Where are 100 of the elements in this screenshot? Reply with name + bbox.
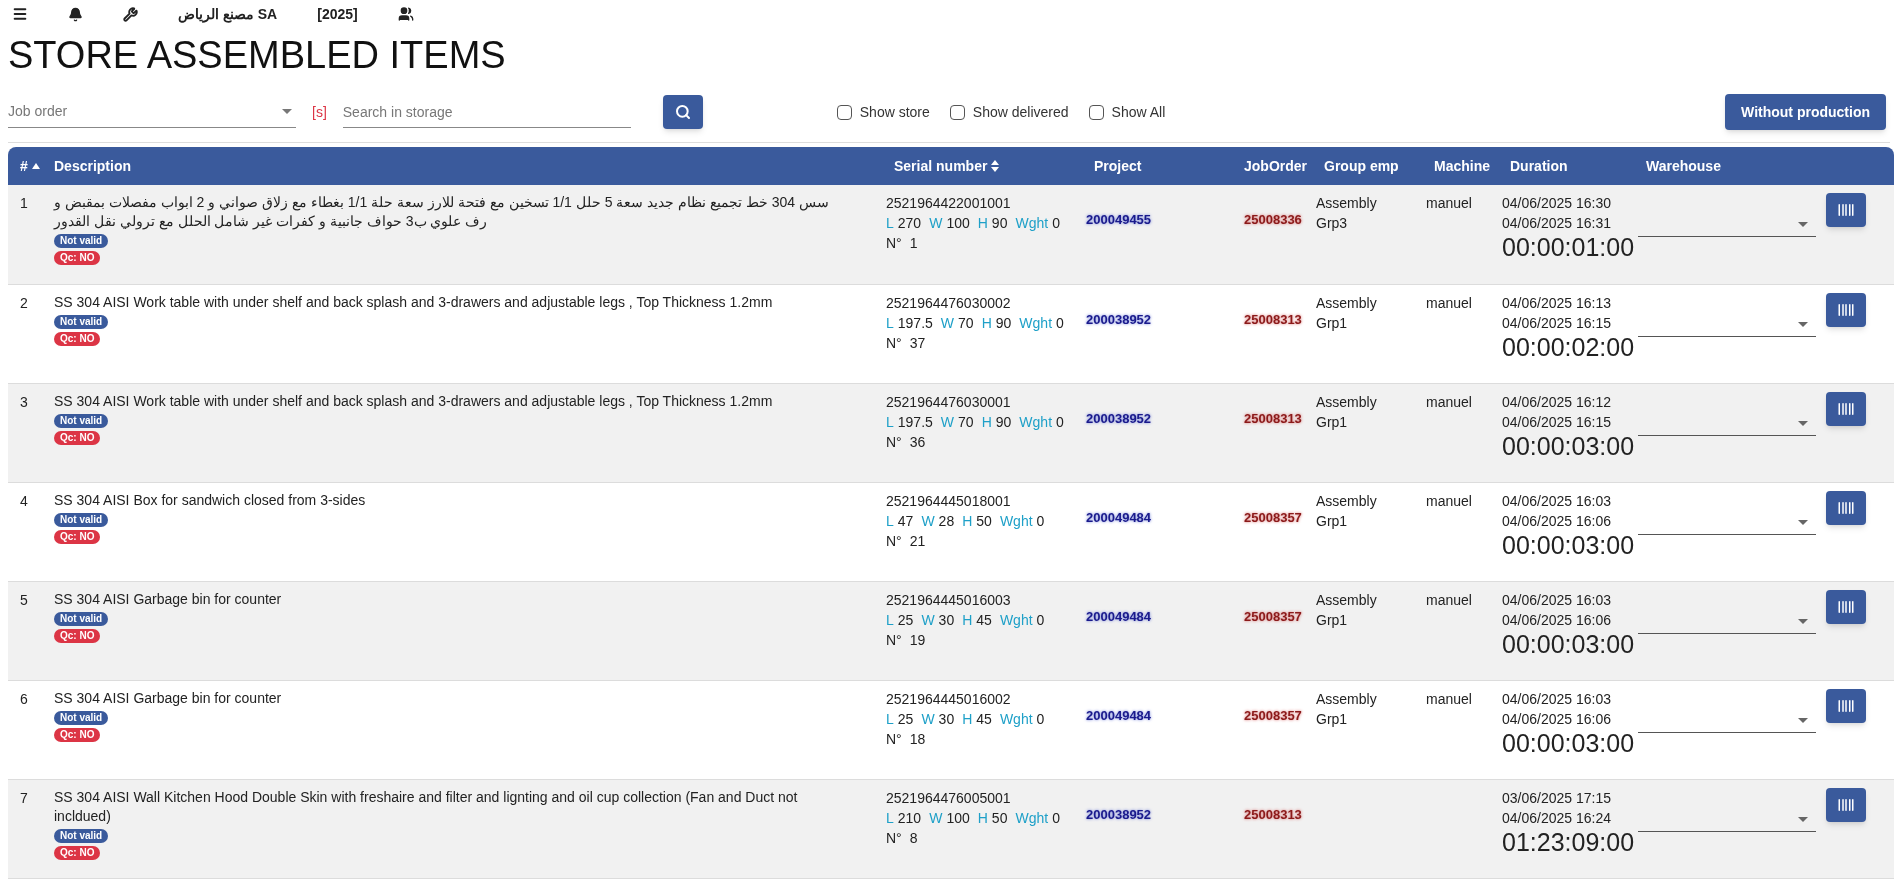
dimension-label: W bbox=[921, 610, 935, 630]
project-link[interactable]: 200049484 bbox=[1086, 509, 1152, 525]
barcode-button[interactable] bbox=[1826, 391, 1866, 426]
end-time: 04/06/2025 16:06 bbox=[1502, 511, 1612, 531]
dimension-label: W bbox=[929, 808, 943, 828]
group-employee: Assembly Grp1 bbox=[1316, 591, 1377, 628]
job-order-link[interactable]: 25008357 bbox=[1244, 509, 1302, 525]
column-header[interactable]: Description bbox=[54, 155, 131, 177]
serial-number: 2521964445016003 bbox=[886, 590, 1012, 610]
duration-value: 00:00:01:00 bbox=[1502, 233, 1636, 261]
year-label[interactable]: [2025] bbox=[317, 3, 358, 25]
column-header[interactable]: Project bbox=[1094, 155, 1142, 177]
status-badge: Qc: NO bbox=[54, 529, 101, 544]
row-number: 1 bbox=[20, 195, 28, 211]
status-badge: Qc: NO bbox=[54, 727, 101, 742]
duration-value: 00:00:02:00 bbox=[1502, 332, 1636, 361]
serial-number: 2521964476005001 bbox=[886, 788, 1012, 808]
piece-number-label: N° bbox=[886, 333, 902, 353]
project-link[interactable]: 200049484 bbox=[1086, 707, 1152, 723]
dropdown-caret-icon bbox=[282, 109, 292, 114]
project-link[interactable]: 200049455 bbox=[1086, 212, 1152, 227]
dimension-value: 90 bbox=[995, 313, 1012, 333]
dimension-label: L bbox=[886, 511, 894, 531]
piece-number: 18 bbox=[909, 729, 926, 749]
sort-ascending-icon[interactable] bbox=[31, 163, 40, 169]
users-icon[interactable] bbox=[397, 6, 414, 22]
status-badge: Qc: NO bbox=[54, 251, 101, 265]
dimension-value: 50 bbox=[976, 511, 992, 531]
job-order-link[interactable]: 25008336 bbox=[1244, 212, 1302, 227]
tools-icon[interactable] bbox=[123, 6, 138, 22]
item-description: SS 304 AISI Garbage bin for counter bbox=[54, 589, 282, 609]
column-header[interactable]: Duration bbox=[1510, 155, 1568, 177]
start-time: 04/06/2025 16:03 bbox=[1502, 491, 1612, 511]
dimension-label: W bbox=[921, 709, 935, 729]
dropdown-caret-icon bbox=[1798, 618, 1808, 624]
status-badge: Not valid bbox=[54, 828, 109, 843]
without-production-button[interactable]: Without production bbox=[1725, 94, 1886, 130]
dimension-label: L bbox=[886, 214, 894, 233]
duration-value: 00:00:03:00 bbox=[1502, 728, 1636, 757]
barcode-button[interactable] bbox=[1826, 589, 1866, 624]
barcode-button[interactable] bbox=[1826, 688, 1866, 723]
job-order-link[interactable]: 25008357 bbox=[1244, 707, 1302, 723]
menu-icon[interactable] bbox=[12, 6, 28, 22]
status-badge: Qc: NO bbox=[54, 430, 101, 445]
status-badge: Qc: NO bbox=[54, 845, 101, 860]
dimension-value: 70 bbox=[958, 412, 974, 432]
dimension-value: 197.5 bbox=[897, 313, 933, 333]
filter-checkbox[interactable]: Show store bbox=[836, 101, 930, 123]
item-description: SS 304 AISI Work table with under shelf and back splash and 3-drawers and adjustable legs , Top Thickness 1.2mm bbox=[54, 391, 773, 411]
company-name[interactable]: مصنع الرياض SA bbox=[178, 3, 278, 25]
dimension-label: L bbox=[886, 808, 894, 828]
dimension-value: 47 bbox=[897, 511, 914, 531]
start-time: 04/06/2025 16:30 bbox=[1502, 194, 1612, 213]
job-order-link[interactable]: 25008313 bbox=[1244, 311, 1302, 327]
column-header[interactable]: # bbox=[20, 155, 40, 177]
search-button[interactable] bbox=[662, 95, 703, 129]
column-header[interactable]: JobOrder bbox=[1244, 155, 1307, 177]
end-time: 04/06/2025 16:15 bbox=[1502, 412, 1612, 432]
piece-number-label: N° bbox=[886, 828, 902, 848]
project-link[interactable]: 200038952 bbox=[1086, 806, 1152, 822]
barcode-button[interactable] bbox=[1826, 193, 1866, 227]
column-header[interactable]: Warehouse bbox=[1646, 155, 1721, 177]
column-header[interactable]: Serial number bbox=[894, 155, 1000, 177]
bell-icon[interactable] bbox=[68, 6, 83, 22]
end-time: 04/06/2025 16:24 bbox=[1502, 808, 1612, 828]
dimension-value: 0 bbox=[1036, 709, 1045, 729]
barcode-button[interactable] bbox=[1826, 292, 1866, 327]
group-employee: Assembly Grp1 bbox=[1316, 294, 1377, 331]
dropdown-caret-icon bbox=[1798, 519, 1808, 525]
project-link[interactable]: 200049484 bbox=[1086, 608, 1152, 624]
project-link[interactable]: 200038952 bbox=[1086, 410, 1152, 426]
start-time: 04/06/2025 16:13 bbox=[1502, 293, 1612, 313]
filter-checkbox[interactable]: Show All bbox=[1088, 101, 1166, 123]
job-order-link[interactable]: 25008313 bbox=[1244, 806, 1302, 822]
dimension-value: 70 bbox=[958, 313, 974, 333]
shortcut-hint: [s] bbox=[312, 102, 327, 122]
column-header[interactable]: Machine bbox=[1434, 155, 1490, 177]
status-badge: Qc: NO bbox=[54, 628, 101, 643]
job-order-select[interactable]: Job order bbox=[8, 96, 296, 128]
serial-number: 2521964445016002 bbox=[886, 689, 1012, 709]
barcode-button[interactable] bbox=[1826, 490, 1866, 525]
status-badge: Not valid bbox=[54, 413, 109, 428]
filter-checkbox[interactable]: Show delivered bbox=[949, 101, 1069, 123]
dimension-value: 0 bbox=[1052, 214, 1060, 233]
machine-name: manuel bbox=[1426, 492, 1472, 509]
start-time: 04/06/2025 16:12 bbox=[1502, 392, 1612, 412]
search-field[interactable]: Search in storage bbox=[342, 96, 631, 128]
sort-icon[interactable] bbox=[991, 160, 1000, 172]
serial-number: 2521964476030001 bbox=[886, 392, 1012, 412]
column-header[interactable]: Group emp bbox=[1324, 155, 1399, 177]
job-order-link[interactable]: 25008357 bbox=[1244, 608, 1302, 624]
dimension-value: 100 bbox=[946, 808, 970, 828]
status-badge: Not valid bbox=[54, 234, 109, 248]
project-link[interactable]: 200038952 bbox=[1086, 311, 1152, 327]
piece-number: 8 bbox=[909, 828, 918, 848]
job-order-link[interactable]: 25008313 bbox=[1244, 410, 1302, 426]
dimension-label: Wght bbox=[1019, 412, 1053, 432]
dimension-value: 25 bbox=[897, 709, 914, 729]
barcode-button[interactable] bbox=[1826, 787, 1866, 822]
piece-number-label: N° bbox=[886, 729, 902, 749]
